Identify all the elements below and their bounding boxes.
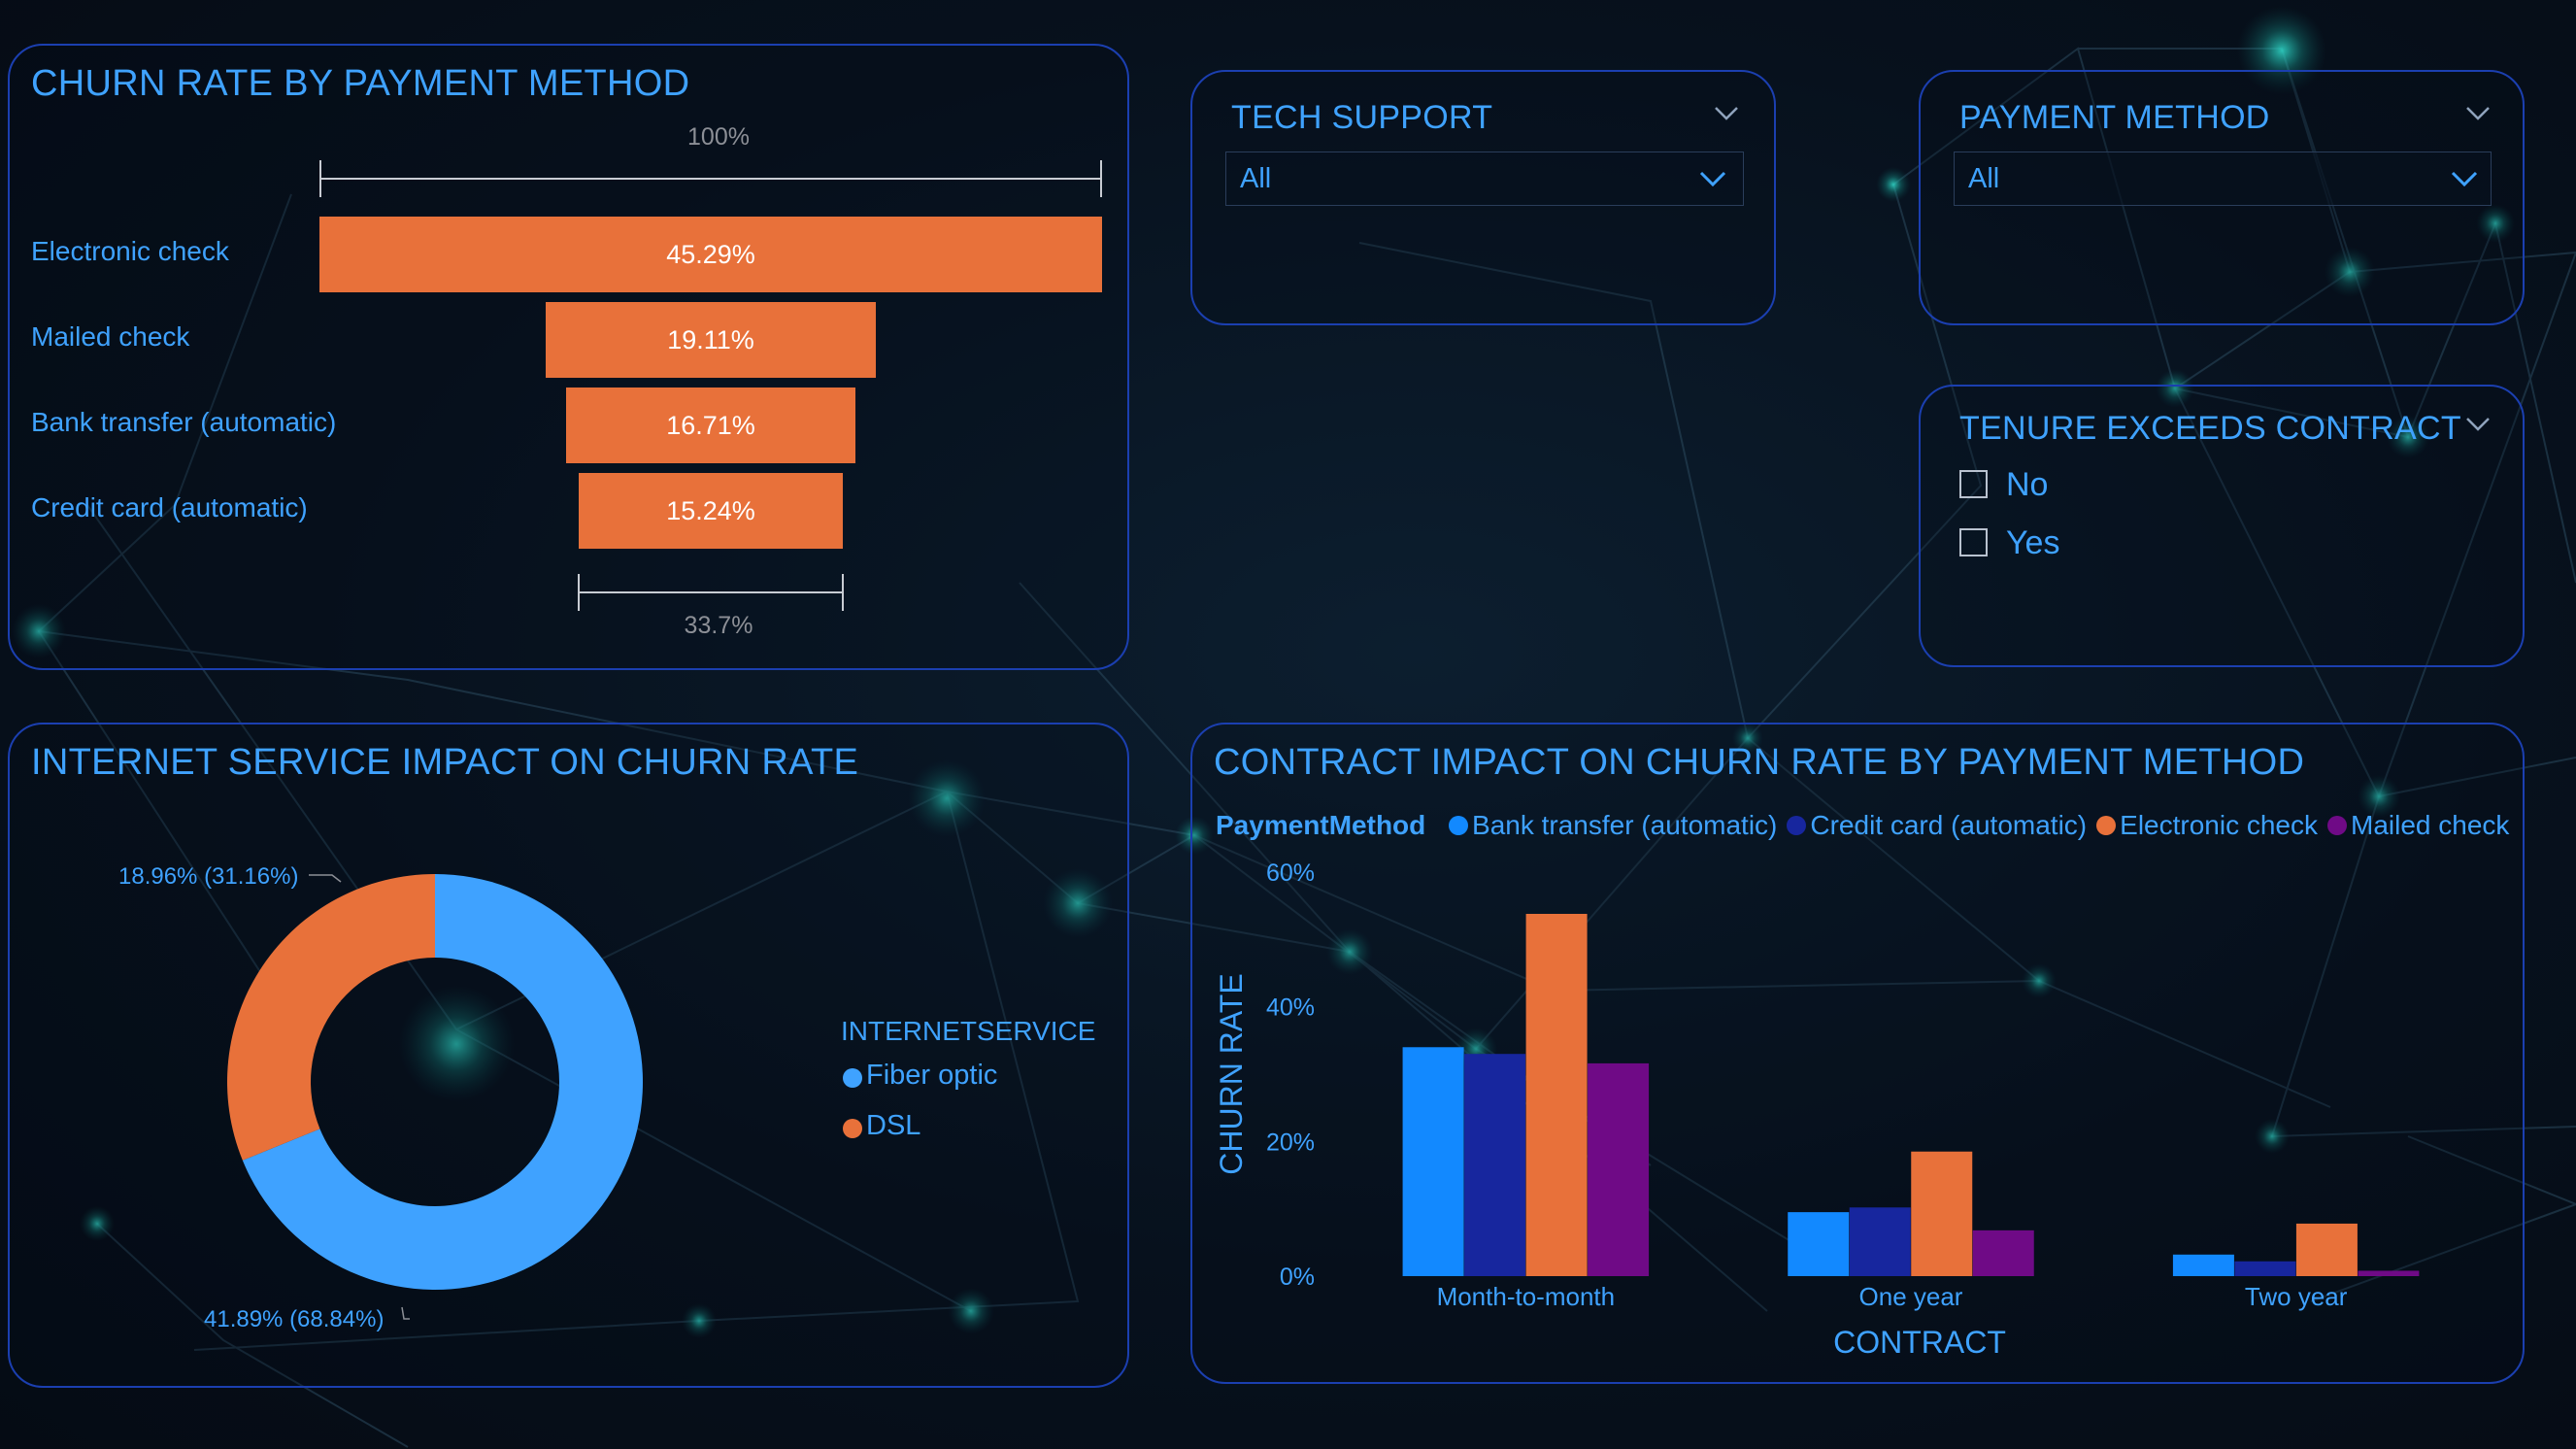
payment-method-slicer: PAYMENT METHOD All — [1919, 70, 2525, 325]
bar-one-year-series-3[interactable] — [1972, 1230, 2034, 1276]
y-tick-label: 0% — [1280, 1264, 1315, 1291]
payment-method-value: All — [1968, 163, 2000, 194]
x-tick-label: Two year — [2245, 1282, 2348, 1311]
option-label: No — [2006, 466, 2049, 503]
funnel-value-label: 15.24% — [666, 496, 755, 525]
funnel-panel: CHURN RATE BY PAYMENT METHOD 100% Electr… — [8, 44, 1129, 670]
y-tick-label: 60% — [1266, 859, 1315, 887]
bar-month-to-month-series-2[interactable] — [1525, 913, 1588, 1276]
chevron-down-icon[interactable] — [1713, 105, 1740, 122]
donut-legend-title: INTERNETSERVICE — [841, 1016, 1096, 1046]
chevron-down-icon — [1699, 171, 1726, 187]
checkbox[interactable] — [1959, 528, 1988, 556]
donut-slice-dsl[interactable] — [227, 874, 435, 1161]
donut-data-label: 41.89% (68.84%) — [204, 1306, 384, 1332]
donut-chart: 18.96% (31.16%) 41.89% (68.84%) — [118, 863, 644, 1332]
donut-data-label: 18.96% (31.16%) — [118, 863, 298, 890]
contract-panel: CONTRACT IMPACT ON CHURN RATE BY PAYMENT… — [1190, 723, 2525, 1384]
bar-month-to-month-series-0[interactable] — [1402, 1047, 1464, 1276]
x-tick-label: One year — [1859, 1282, 1963, 1311]
funnel-bottom-label: 33.7% — [684, 612, 753, 639]
tenure-title: TENURE EXCEEDS CONTRACT — [1959, 410, 2461, 447]
bar-month-to-month-series-3[interactable] — [1588, 1062, 1650, 1276]
legend-label: DSL — [866, 1110, 921, 1141]
funnel-value-label: 19.11% — [667, 325, 754, 354]
tech-support-dropdown[interactable]: All — [1225, 152, 1744, 206]
x-axis-title: CONTRACT — [1833, 1325, 2006, 1360]
bar-two-year-series-1[interactable] — [2234, 1261, 2296, 1276]
funnel-category-label: Mailed check — [31, 321, 190, 352]
chevron-down-icon — [2451, 171, 2478, 187]
tech-support-value: All — [1240, 163, 1272, 194]
contract-bar-chart: 0% 20% 40% 60% CHURN RATE Month-to-month One y… — [1214, 859, 2420, 1360]
funnel-title: CHURN RATE BY PAYMENT METHOD — [31, 63, 690, 104]
funnel-value-label: 45.29% — [666, 240, 755, 269]
x-tick-label: Month-to-month — [1437, 1282, 1616, 1311]
bar-one-year-series-1[interactable] — [1849, 1207, 1911, 1276]
internet-service-panel: INTERNET SERVICE IMPACT ON CHURN RATE 18… — [8, 723, 1129, 1388]
tenure-slicer: TENURE EXCEEDS CONTRACT No Yes — [1919, 385, 2525, 667]
chevron-down-icon[interactable] — [2464, 105, 2492, 122]
funnel-category-label: Credit card (automatic) — [31, 492, 308, 522]
chevron-down-icon[interactable] — [2464, 416, 2492, 433]
funnel-top-label: 100% — [687, 123, 750, 151]
bar-one-year-series-2[interactable] — [1911, 1151, 1973, 1276]
funnel-value-label: 16.71% — [666, 411, 755, 440]
y-axis-title: CHURN RATE — [1214, 973, 1249, 1174]
bar-two-year-series-0[interactable] — [2172, 1254, 2234, 1276]
checkbox[interactable] — [1959, 470, 1988, 498]
legend-dot-icon — [843, 1068, 862, 1088]
bar-two-year-series-3[interactable] — [2358, 1270, 2420, 1276]
option-label: Yes — [2006, 524, 2060, 561]
legend-dot-icon — [843, 1119, 862, 1138]
funnel-top-bracket — [319, 160, 1102, 197]
bar-two-year-series-2[interactable] — [2295, 1223, 2358, 1276]
legend-label: Fiber optic — [866, 1060, 998, 1091]
payment-method-title: PAYMENT METHOD — [1959, 99, 2270, 136]
funnel-category-label: Electronic check — [31, 236, 229, 266]
tech-support-slicer: TECH SUPPORT All — [1190, 70, 1776, 325]
funnel-category-label: Bank transfer (automatic) — [31, 407, 337, 437]
y-tick-label: 40% — [1266, 994, 1315, 1022]
funnel-bottom-bracket — [578, 574, 844, 611]
payment-method-dropdown[interactable]: All — [1954, 152, 2492, 206]
bar-month-to-month-series-1[interactable] — [1464, 1054, 1526, 1276]
tech-support-title: TECH SUPPORT — [1231, 99, 1493, 136]
y-tick-label: 20% — [1266, 1129, 1315, 1156]
bar-one-year-series-0[interactable] — [1788, 1212, 1850, 1276]
